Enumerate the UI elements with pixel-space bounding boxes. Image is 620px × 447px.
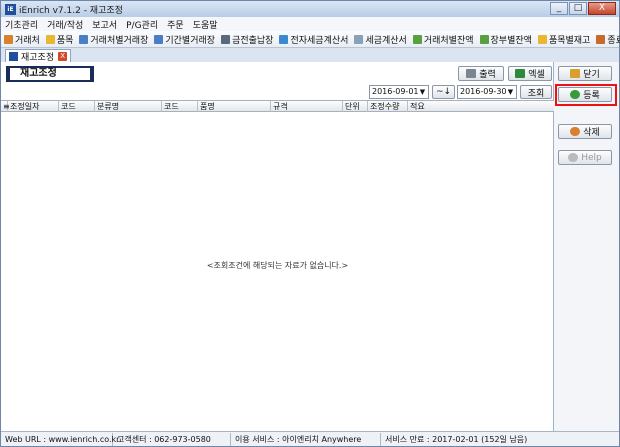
dropdown-arrow-icon[interactable]: ▼ [505, 86, 516, 98]
column-header[interactable]: 품명 [198, 101, 271, 112]
tab-inventory-adjust[interactable]: 재고조정 X [5, 49, 72, 63]
empty-message: <조회조건에 해당되는 자료가 없습니다.> [206, 261, 349, 270]
status-expiry: 서비스 만료 : 2017-02-01 (152일 남음) [385, 434, 528, 444]
exit-icon [596, 34, 606, 44]
minimize-button[interactable]: _ [550, 2, 568, 15]
menu-basic[interactable]: 기초관리 [5, 18, 38, 31]
ledger-icon [154, 34, 164, 44]
window-title: iEnrich v7.1.2 - 재고조정 [19, 5, 123, 16]
toolbar-cashbook[interactable]: 금전출납장 [221, 33, 273, 46]
toolbar-item-stock[interactable]: 품목별재고 [537, 33, 590, 46]
toolbar-customer-ledger[interactable]: 거래처별거래장 [79, 33, 148, 46]
column-header[interactable]: 조정수량 [368, 101, 408, 112]
tag-icon [479, 34, 489, 44]
status-web-url: Web URL : www.ienrich.co.kr [1, 432, 119, 446]
doc-icon [354, 34, 364, 44]
status-support: 고객센터 : 062-973-0580 [113, 432, 231, 446]
register-highlight [555, 84, 617, 106]
column-header[interactable]: 단위 [343, 101, 368, 112]
maximize-button[interactable]: □ [569, 2, 587, 15]
status-bar: Web URL : www.ienrich.co.kr 고객센터 : 062-9… [1, 431, 619, 446]
menu-bar: 기초관리 거래/작성 보고서 P/G관리 주문 도움말 [1, 17, 619, 31]
door-icon [570, 69, 581, 78]
toolbar-exit[interactable]: 종료 [596, 33, 620, 46]
toolbar-period-ledger[interactable]: 기간별거래장 [154, 33, 215, 46]
tag-icon [412, 34, 422, 44]
toolbar-tax-invoice[interactable]: 세금계산서 [354, 33, 407, 46]
column-header[interactable]: 코드 [162, 101, 198, 112]
close-button[interactable]: 닫기 [558, 66, 612, 81]
column-header[interactable]: 코드 [59, 101, 95, 112]
toolbar-book-balance[interactable]: 장부별잔액 [479, 33, 532, 46]
grid-icon [221, 34, 231, 44]
date-range-button[interactable]: ~↓ [432, 85, 455, 99]
search-button[interactable]: 조회 [520, 85, 552, 99]
excel-button[interactable]: 엑셀 [508, 66, 552, 81]
dropdown-arrow-icon[interactable]: ▼ [417, 86, 428, 98]
excel-icon [515, 69, 526, 78]
box-icon [537, 34, 547, 44]
row-selector-header[interactable]: ≡ [1, 101, 10, 112]
truck-icon [4, 34, 13, 44]
main-panel: 재고조정 출력 엑셀 2016-09-01 ▼ ~↓ 2016-09-30 ▼ 조회… [1, 62, 554, 431]
column-header[interactable]: 적요 [408, 101, 554, 112]
print-button[interactable]: 출력 [458, 66, 504, 81]
tab-strip: 재고조정 X [1, 48, 619, 63]
document-icon [9, 51, 18, 61]
date-to-picker[interactable]: 2016-09-30 ▼ [457, 85, 517, 99]
toolbar-e-tax-invoice[interactable]: 전자세금계산서 [279, 33, 348, 46]
column-header[interactable]: 분류명 [95, 101, 162, 112]
tab-close-icon[interactable]: X [58, 51, 68, 61]
help-icon [568, 153, 579, 162]
page-title: 재고조정 [6, 66, 94, 82]
menu-help[interactable]: 도움말 [193, 18, 218, 31]
toolbar: 거래처 품목 거래처별거래장 기간별거래장 금전출납장 전자세금계산서 세금계산… [1, 31, 620, 48]
ledger-icon [79, 34, 89, 44]
column-header[interactable]: 규격 [271, 101, 343, 112]
delete-icon [570, 127, 581, 136]
close-window-button[interactable]: X [588, 2, 616, 15]
side-panel: 닫기 등록 삭제 Help [554, 62, 619, 431]
printer-icon [466, 69, 477, 78]
doc-icon [279, 34, 289, 44]
menu-pg[interactable]: P/G관리 [126, 18, 158, 31]
toolbar-customer[interactable]: 거래처 [4, 33, 40, 46]
table-header: ≡ 조정일자 코드 분류명 코드 품명 규격 단위 조정수량 적요 [1, 100, 554, 112]
filter-bar: 2016-09-01 ▼ ~↓ 2016-09-30 ▼ 조회 [1, 85, 554, 101]
menu-report[interactable]: 보고서 [92, 18, 117, 31]
delete-button[interactable]: 삭제 [558, 124, 612, 139]
menu-trade[interactable]: 거래/작성 [47, 18, 83, 31]
column-header[interactable]: 조정일자 [8, 101, 59, 112]
box-icon [45, 34, 55, 44]
help-button[interactable]: Help [558, 150, 612, 165]
toolbar-item[interactable]: 품목 [45, 33, 73, 46]
menu-order[interactable]: 주문 [167, 18, 184, 31]
app-icon: iE [5, 3, 16, 15]
toolbar-customer-balance[interactable]: 거래처별잔액 [412, 33, 474, 46]
date-from-picker[interactable]: 2016-09-01 ▼ [369, 85, 429, 99]
title-bar: iE iEnrich v7.1.2 - 재고조정 _ □ X [1, 1, 619, 17]
app-window: iE iEnrich v7.1.2 - 재고조정 _ □ X 기초관리 거래/작… [0, 0, 620, 447]
status-service: 이용 서비스 : 아이엔리치 Anywhere [231, 432, 381, 446]
